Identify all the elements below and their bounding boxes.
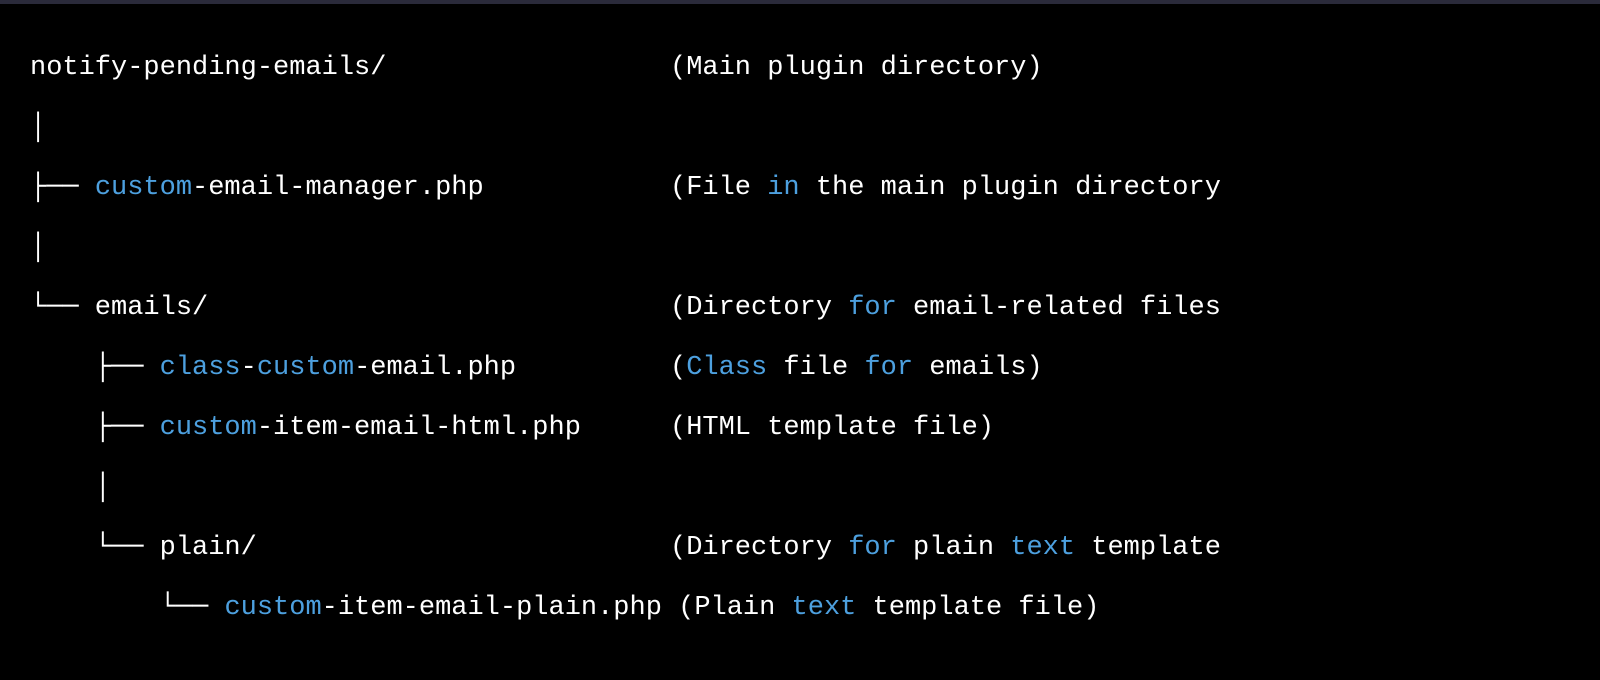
text-segment: └── plain/ bbox=[30, 533, 257, 563]
tree-description: (Directory for plain text template bbox=[670, 535, 1221, 562]
text-segment: plain bbox=[897, 533, 1010, 563]
text-segment: └── emails/ bbox=[30, 293, 208, 323]
tree-path: ├── class-custom-email.php bbox=[30, 355, 670, 382]
text-segment: ├── bbox=[30, 173, 95, 203]
text-segment: │ bbox=[30, 233, 46, 263]
tree-description: (HTML template file) bbox=[670, 415, 994, 442]
text-segment: (Plain bbox=[678, 593, 791, 623]
text-segment: emails) bbox=[913, 353, 1043, 383]
text-segment: for bbox=[848, 293, 897, 323]
text-segment: class bbox=[160, 353, 241, 383]
text-segment: ├── bbox=[30, 413, 160, 443]
text-segment: notify-pending-emails/ bbox=[30, 53, 386, 83]
text-segment: (Directory bbox=[670, 533, 848, 563]
text-segment: custom bbox=[160, 413, 257, 443]
tree-path: │ bbox=[30, 235, 670, 262]
tree-description: (Directory for email-related files bbox=[670, 295, 1221, 322]
tree-path: notify-pending-emails/ bbox=[30, 55, 670, 82]
text-segment: (HTML template file) bbox=[670, 413, 994, 443]
text-segment: │ bbox=[30, 113, 46, 143]
tree-line-content: └── custom-item-email-plain.php (Plain t… bbox=[30, 595, 1099, 622]
directory-tree: notify-pending-emails/ (Main plugin direc… bbox=[30, 55, 1600, 655]
tree-path: ├── custom-item-email-html.php bbox=[30, 415, 670, 442]
tree-description: (File in the main plugin directory bbox=[670, 175, 1221, 202]
tree-line: └── emails/ (Directory for email-related … bbox=[30, 295, 1600, 355]
text-segment: custom bbox=[224, 593, 321, 623]
text-segment: the main plugin directory bbox=[800, 173, 1221, 203]
tree-line: │ bbox=[30, 115, 1600, 175]
tree-line: │ bbox=[30, 235, 1600, 295]
text-segment: │ bbox=[30, 473, 111, 503]
tree-description: (Main plugin directory) bbox=[670, 55, 1043, 82]
tree-path: │ bbox=[30, 475, 670, 502]
text-segment: text bbox=[1010, 533, 1075, 563]
text-segment: └── bbox=[30, 593, 224, 623]
text-segment: -item-email-html.php bbox=[257, 413, 581, 443]
text-segment: email-related files bbox=[897, 293, 1221, 323]
text-segment: -email-manager.php bbox=[192, 173, 484, 203]
text-segment: -item-email-plain.php bbox=[322, 593, 678, 623]
tree-path: └── plain/ bbox=[30, 535, 670, 562]
text-segment: template bbox=[1075, 533, 1221, 563]
tree-line: ├── class-custom-email.php(Class file fo… bbox=[30, 355, 1600, 415]
tree-line: │ bbox=[30, 475, 1600, 535]
text-segment: ├── bbox=[30, 353, 160, 383]
text-segment: custom bbox=[95, 173, 192, 203]
tree-line: └── plain/ (Directory for plain text temp… bbox=[30, 535, 1600, 595]
tree-line: └── custom-item-email-plain.php (Plain t… bbox=[30, 595, 1600, 655]
text-segment: - bbox=[241, 353, 257, 383]
text-segment: template file) bbox=[856, 593, 1099, 623]
text-segment: (Main plugin directory) bbox=[670, 53, 1043, 83]
text-segment: in bbox=[767, 173, 799, 203]
tree-path: ├── custom-email-manager.php bbox=[30, 175, 670, 202]
text-segment: ( bbox=[670, 353, 686, 383]
text-segment: custom bbox=[257, 353, 354, 383]
text-segment: (Directory bbox=[670, 293, 848, 323]
text-segment: for bbox=[848, 533, 897, 563]
text-segment: file bbox=[767, 353, 864, 383]
tree-line: notify-pending-emails/ (Main plugin direc… bbox=[30, 55, 1600, 115]
tree-description: (Class file for emails) bbox=[670, 355, 1043, 382]
text-segment: (File bbox=[670, 173, 767, 203]
tree-line: ├── custom-email-manager.php(File in the… bbox=[30, 175, 1600, 235]
tree-line: ├── custom-item-email-html.php(HTML temp… bbox=[30, 415, 1600, 475]
text-segment: -email.php bbox=[354, 353, 516, 383]
tree-path: │ bbox=[30, 115, 670, 142]
text-segment: text bbox=[792, 593, 857, 623]
tree-path: └── emails/ bbox=[30, 295, 670, 322]
text-segment: Class bbox=[686, 353, 767, 383]
text-segment: for bbox=[864, 353, 913, 383]
